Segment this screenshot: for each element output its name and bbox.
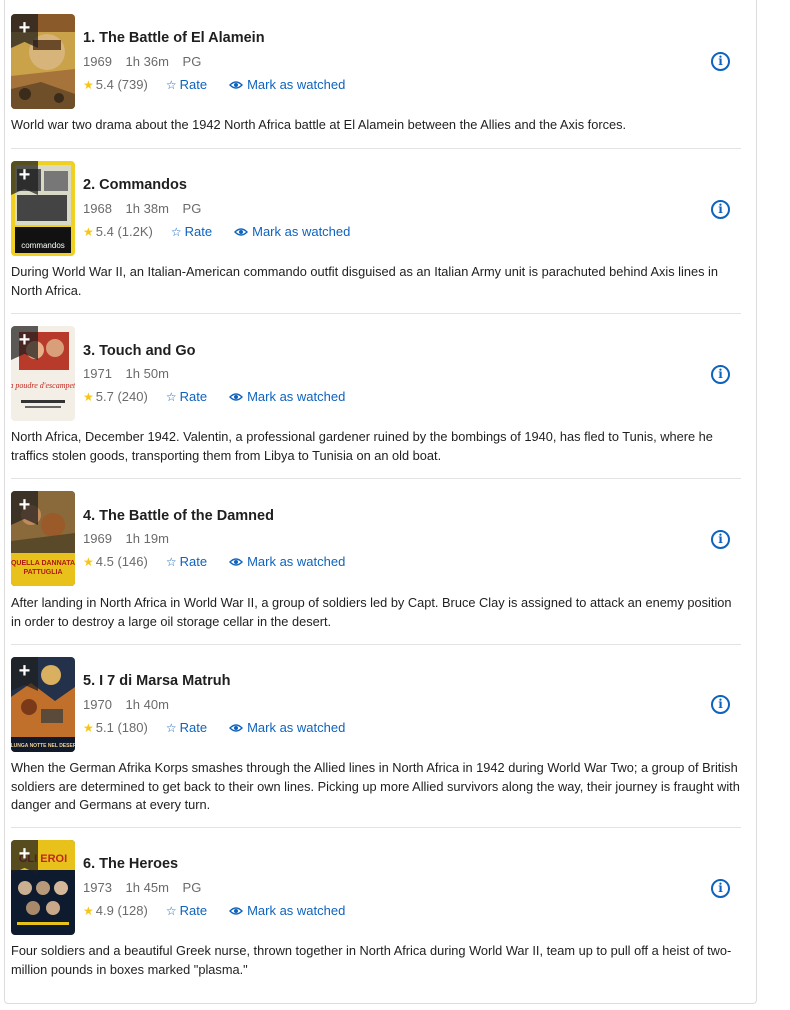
movie-poster[interactable]: GLI EROI + — [11, 840, 75, 935]
svg-text:La poudre d'escampette: La poudre d'escampette — [11, 381, 75, 390]
movie-title[interactable]: 4. The Battle of the Damned — [83, 508, 274, 524]
movie-year: 1969 — [83, 531, 112, 546]
movie-poster[interactable]: QUELLA DANNATA PATTUGLIA + — [11, 491, 75, 586]
movie-title[interactable]: 5. I 7 di Marsa Matruh — [83, 673, 230, 689]
movie-metadata: 1969 1h 19m — [83, 531, 179, 546]
divider — [11, 827, 741, 828]
rating-value: 4.5 (146) — [95, 554, 148, 569]
rate-button[interactable]: ☆ Rate — [166, 389, 207, 404]
movie-year: 1969 — [83, 54, 112, 69]
movie-certificate: PG — [182, 880, 202, 895]
star-icon: ★ — [83, 554, 94, 569]
rate-button[interactable]: ☆ Rate — [171, 224, 212, 239]
rating-row: ★ 4.5 (146) ☆ Rate Mark as watched — [83, 554, 345, 569]
divider — [11, 148, 741, 149]
movie-poster[interactable]: LA LUNGA NOTTE NEL DESERTO + — [11, 657, 75, 752]
movie-metadata: 1973 1h 45m PG — [83, 880, 211, 895]
movie-runtime: 1h 40m — [125, 697, 169, 712]
star-icon: ★ — [83, 720, 94, 735]
star-outline-icon: ☆ — [165, 903, 177, 918]
movie-runtime: 1h 45m — [125, 880, 169, 895]
star-icon: ★ — [83, 77, 94, 92]
svg-text:commandos: commandos — [21, 241, 65, 250]
movie-year: 1970 — [83, 697, 112, 712]
movie-description: World war two drama about the 1942 North… — [11, 117, 627, 132]
eye-icon — [229, 80, 244, 89]
mark-watched-button[interactable]: Mark as watched — [234, 224, 350, 239]
movie-title[interactable]: 2. Commandos — [83, 177, 187, 193]
movie-title[interactable]: 6. The Heroes — [83, 856, 178, 872]
movie-runtime: 1h 19m — [125, 531, 169, 546]
mark-watched-button[interactable]: Mark as watched — [229, 77, 345, 92]
eye-icon — [229, 723, 244, 732]
movie-certificate: PG — [182, 54, 202, 69]
svg-text:PATTUGLIA: PATTUGLIA — [23, 569, 62, 576]
info-icon[interactable]: i — [711, 695, 730, 714]
movie-year: 1968 — [83, 201, 112, 216]
rate-button[interactable]: ☆ Rate — [166, 720, 207, 735]
info-icon[interactable]: i — [711, 879, 730, 898]
movie-year: 1973 — [83, 880, 112, 895]
movie-certificate: PG — [182, 201, 202, 216]
mark-watched-button[interactable]: Mark as watched — [229, 903, 345, 918]
svg-text:QUELLA DANNATA: QUELLA DANNATA — [11, 560, 75, 567]
mark-watched-button[interactable]: Mark as watched — [229, 389, 345, 404]
rating-value: 4.9 (128) — [95, 903, 148, 918]
movie-list — [4, 0, 757, 1004]
divider — [11, 644, 741, 645]
star-outline-icon: ☆ — [165, 389, 177, 404]
movie-metadata: 1970 1h 40m — [83, 697, 179, 712]
mark-watched-button[interactable]: Mark as watched — [229, 720, 345, 735]
movie-poster[interactable]: + — [11, 14, 75, 109]
star-outline-icon: ☆ — [170, 224, 182, 239]
rate-button[interactable]: ☆ Rate — [166, 903, 207, 918]
movie-runtime: 1h 50m — [125, 366, 169, 381]
movie-description: When the German Afrika Korps smashes thr… — [11, 760, 740, 812]
rate-button[interactable]: ☆ Rate — [166, 77, 207, 92]
movie-description: North Africa, December 1942. Valentin, a… — [11, 429, 713, 463]
mark-watched-button[interactable]: Mark as watched — [229, 554, 345, 569]
eye-icon — [229, 906, 244, 915]
eye-icon — [229, 392, 244, 401]
rating-row: ★ 5.1 (180) ☆ Rate Mark as watched — [83, 720, 345, 735]
movie-description: Four soldiers and a beautiful Greek nurs… — [11, 943, 732, 977]
movie-title[interactable]: 1. The Battle of El Alamein — [83, 30, 265, 46]
rating-value: 5.7 (240) — [95, 389, 148, 404]
star-icon: ★ — [83, 224, 94, 239]
info-icon[interactable]: i — [711, 365, 730, 384]
movie-metadata: 1971 1h 50m — [83, 366, 179, 381]
movie-runtime: 1h 38m — [125, 201, 169, 216]
movie-title[interactable]: 3. Touch and Go — [83, 343, 196, 359]
star-outline-icon: ☆ — [165, 77, 177, 92]
star-outline-icon: ☆ — [165, 554, 177, 569]
divider — [11, 313, 741, 314]
info-icon[interactable]: i — [711, 52, 730, 71]
movie-metadata: 1968 1h 38m PG — [83, 201, 211, 216]
movie-poster[interactable]: La poudre d'escampette + — [11, 326, 75, 421]
star-outline-icon: ☆ — [165, 720, 177, 735]
movie-runtime: 1h 36m — [125, 54, 169, 69]
eye-icon — [229, 557, 244, 566]
svg-text:LA LUNGA NOTTE NEL DESERTO: LA LUNGA NOTTE NEL DESERTO — [11, 743, 75, 749]
star-icon: ★ — [83, 389, 94, 404]
movie-description: During World War II, an Italian-American… — [11, 264, 719, 298]
movie-year: 1971 — [83, 366, 112, 381]
star-icon: ★ — [83, 903, 94, 918]
rating-row: ★ 5.4 (1.2K) ☆ Rate Mark as watched — [83, 224, 350, 239]
info-icon[interactable]: i — [711, 200, 730, 219]
rating-row: ★ 5.4 (739) ☆ Rate Mark as watched — [83, 77, 345, 92]
rating-value: 5.4 (739) — [95, 77, 148, 92]
movie-description: After landing in North Africa in World W… — [11, 595, 732, 629]
rating-value: 5.1 (180) — [95, 720, 148, 735]
movie-poster[interactable]: commandos + — [11, 161, 75, 256]
rate-button[interactable]: ☆ Rate — [166, 554, 207, 569]
rating-row: ★ 4.9 (128) ☆ Rate Mark as watched — [83, 903, 345, 918]
rating-row: ★ 5.7 (240) ☆ Rate Mark as watched — [83, 389, 345, 404]
eye-icon — [234, 227, 249, 236]
movie-metadata: 1969 1h 36m PG — [83, 54, 211, 69]
divider — [11, 478, 741, 479]
rating-value: 5.4 (1.2K) — [95, 224, 153, 239]
info-icon[interactable]: i — [711, 530, 730, 549]
